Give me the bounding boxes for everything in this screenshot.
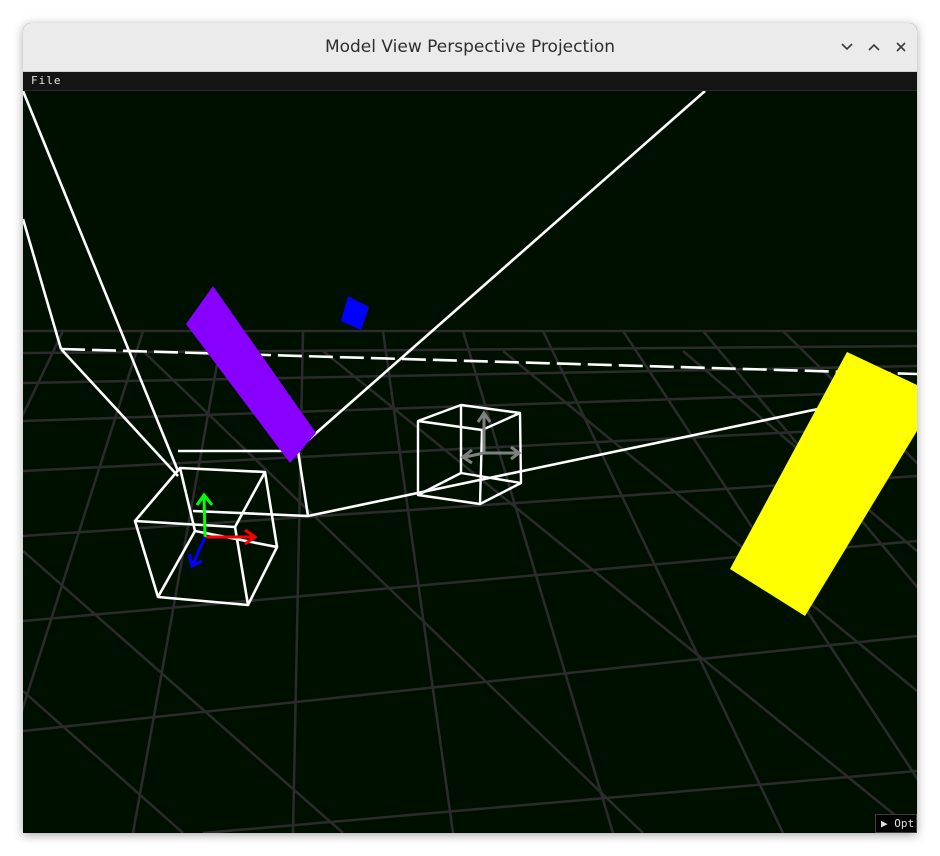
collapse-arrow-icon: ▶: [881, 817, 888, 830]
options-toggle-label: Opt: [894, 817, 915, 830]
menu-bar: File: [23, 72, 917, 91]
maximize-button[interactable]: [862, 35, 886, 59]
chevron-up-icon: [868, 43, 880, 51]
close-icon: [896, 42, 906, 52]
minimize-button[interactable]: [835, 35, 859, 59]
close-button[interactable]: [889, 35, 913, 59]
3d-viewport[interactable]: [23, 91, 917, 833]
title-bar[interactable]: Model View Perspective Projection: [23, 23, 917, 72]
scene-canvas[interactable]: [23, 91, 917, 833]
chevron-down-icon: [841, 43, 853, 51]
menu-file[interactable]: File: [31, 72, 62, 90]
options-toggle[interactable]: ▶ Opt: [875, 814, 917, 833]
app-window: Model View Perspective Projection File ▶…: [23, 23, 917, 833]
window-title: Model View Perspective Projection: [324, 37, 616, 57]
